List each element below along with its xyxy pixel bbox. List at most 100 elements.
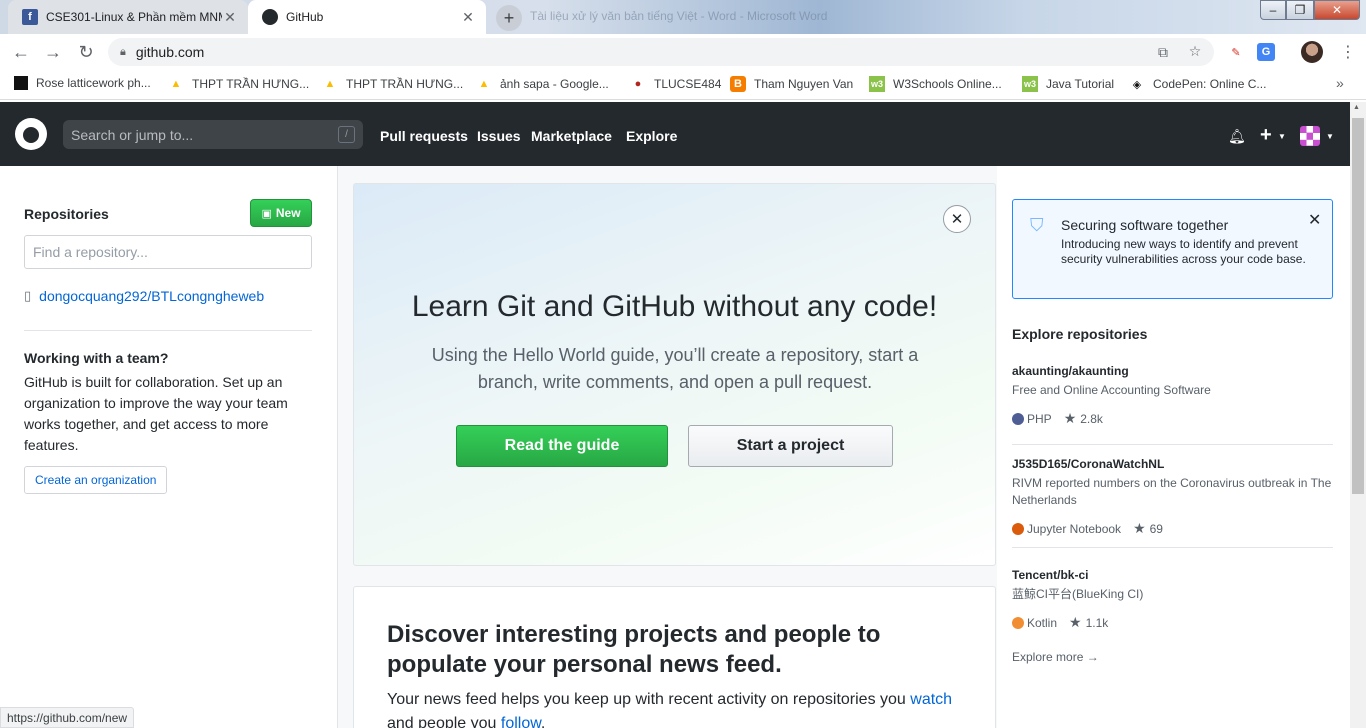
bookmark-item[interactable]: w3 Java Tutorial xyxy=(1022,76,1114,92)
translate-icon[interactable]: ⧉ xyxy=(1154,43,1172,61)
caret-down-icon[interactable]: ▼ xyxy=(1326,132,1334,141)
repo-language: Jupyter Notebook xyxy=(1027,521,1122,536)
bookmark-star-icon[interactable]: ☆ xyxy=(1186,42,1204,60)
profile-avatar[interactable] xyxy=(1301,41,1323,63)
explore-repo-desc: 蓝鲸CI平台(BlueKing CI) xyxy=(1012,587,1144,601)
scrollbar-thumb[interactable] xyxy=(1352,118,1364,494)
chevron-more-icon[interactable]: » xyxy=(1336,75,1344,91)
address-bar[interactable]: 🔒︎ github.com xyxy=(108,38,1214,66)
follow-link[interactable]: follow xyxy=(501,715,541,728)
bookmark-brand-icon xyxy=(14,76,28,90)
tab-title: CSE301-Linux & Phần mềm MNM xyxy=(46,10,222,24)
background-window-title: Tài liệu xử lý văn bản tiếng Việt - Word… xyxy=(530,9,828,23)
address-url: github.com xyxy=(135,44,205,60)
w3schools-icon: w3 xyxy=(869,76,885,92)
browser-tab-github[interactable]: GitHub ✕ xyxy=(248,0,486,34)
google-drive-icon: ▲ xyxy=(324,78,336,90)
extension-color-icon[interactable]: ✎ xyxy=(1227,43,1245,61)
bookmark-item[interactable]: B Tham Nguyen Van xyxy=(730,76,853,92)
repo-stars[interactable]: 1.1k xyxy=(1086,616,1109,630)
repo-stars[interactable]: 69 xyxy=(1150,522,1163,536)
user-avatar[interactable] xyxy=(1300,126,1320,146)
slash-shortcut-badge: / xyxy=(338,126,355,143)
window-minimize-button[interactable]: – xyxy=(1260,0,1286,20)
browser-tab-strip: f CSE301-Linux & Phần mềm MNM ✕ GitHub ✕… xyxy=(0,0,1366,34)
language-dot xyxy=(1012,412,1024,425)
find-repository-input[interactable] xyxy=(24,235,312,269)
google-translate-icon[interactable]: G xyxy=(1257,43,1275,61)
search-input[interactable] xyxy=(71,126,331,143)
browser-tab-cse301[interactable]: f CSE301-Linux & Phần mềm MNM ✕ xyxy=(8,0,248,34)
explore-repo-meta: Jupyter Notebook ★ 69 xyxy=(1012,520,1333,537)
reload-icon[interactable]: ↻ xyxy=(75,41,97,63)
back-arrow-icon[interactable]: ← xyxy=(10,41,32,63)
apple-icon: ● xyxy=(634,78,642,90)
notification-bell-icon[interactable]: 🔔︎ xyxy=(1228,128,1246,144)
github-header: / Pull requests Issues Marketplace Explo… xyxy=(0,102,1350,166)
close-icon[interactable]: ✕ xyxy=(222,9,238,26)
bookmarks-bar: Rose latticework ph... ▲ THPT TRẦN HƯNG..… xyxy=(0,70,1366,100)
explore-repositories-heading: Explore repositories xyxy=(1012,326,1148,342)
explore-repo-desc: Free and Online Accounting Software xyxy=(1012,383,1211,397)
github-logo-icon[interactable] xyxy=(15,118,47,150)
bookmark-item[interactable]: ▲ THPT TRẦN HƯNG... xyxy=(168,76,310,92)
bookmark-item[interactable]: ● TLUCSE484 xyxy=(630,76,722,92)
google-drive-icon: ▲ xyxy=(170,78,182,90)
scroll-up-arrow-icon[interactable]: ▲ xyxy=(1353,104,1360,111)
start-project-button[interactable]: Start a project xyxy=(688,425,893,467)
w3schools-icon: w3 xyxy=(1022,76,1038,92)
explore-repo-item: akaunting/akaunting Free and Online Acco… xyxy=(1012,364,1333,427)
shield-icon: ⛉ xyxy=(1030,215,1044,235)
security-title: Securing software together xyxy=(1061,217,1229,233)
google-drive-icon: ▲ xyxy=(478,78,490,90)
tab-title: GitHub xyxy=(286,10,324,24)
repository-link[interactable]: ▯ dongocquang292/BTLcongngheweb xyxy=(24,288,264,304)
bookmark-item[interactable]: ▲ ảnh sapa - Google... xyxy=(476,76,609,92)
hero-title: Learn Git and GitHub without any code! xyxy=(411,290,938,323)
star-icon[interactable]: ★ xyxy=(1133,520,1146,537)
chrome-menu-icon[interactable]: ⋮ xyxy=(1340,42,1356,62)
divider xyxy=(24,330,312,331)
repo-stars[interactable]: 2.8k xyxy=(1080,412,1103,426)
explore-repo-name[interactable]: Tencent/bk-ci xyxy=(1012,568,1333,582)
window-maximize-button[interactable]: ❐ xyxy=(1286,0,1314,20)
star-icon[interactable]: ★ xyxy=(1069,614,1082,631)
nav-explore[interactable]: Explore xyxy=(626,128,677,144)
read-guide-button[interactable]: Read the guide xyxy=(456,425,668,467)
nav-pull-requests[interactable]: Pull requests xyxy=(380,128,468,144)
repo-icon: ▯ xyxy=(24,288,32,303)
blogger-icon: B xyxy=(730,76,746,92)
nav-issues[interactable]: Issues xyxy=(477,128,521,144)
explore-repo-meta: Kotlin ★ 1.1k xyxy=(1012,614,1333,631)
watch-link[interactable]: watch xyxy=(910,691,952,708)
language-dot xyxy=(1012,522,1024,535)
window-close-button[interactable]: ✕ xyxy=(1314,0,1360,20)
search-box[interactable]: / xyxy=(63,120,363,149)
new-repository-button[interactable]: ▣ New xyxy=(250,199,312,227)
caret-down-icon[interactable]: ▼ xyxy=(1278,132,1286,141)
bookmark-item[interactable]: ◈ CodePen: Online C... xyxy=(1129,76,1267,92)
bookmark-item[interactable]: w3 W3Schools Online... xyxy=(869,76,1002,92)
discover-text: Your news feed helps you keep up with re… xyxy=(387,688,977,728)
close-icon[interactable]: ✕ xyxy=(943,205,971,233)
explore-repo-item: J535D165/CoronaWatchNL RIVM reported num… xyxy=(1012,457,1333,537)
language-dot xyxy=(1012,616,1024,629)
forward-arrow-icon[interactable]: → xyxy=(42,41,64,63)
create-organization-button[interactable]: Create an organization xyxy=(24,466,168,494)
repositories-heading: Repositories xyxy=(24,206,109,222)
explore-repo-item: Tencent/bk-ci 蓝鲸CI平台(BlueKing CI) Kotlin… xyxy=(1012,568,1333,631)
explore-repo-meta: PHP ★ 2.8k xyxy=(1012,410,1333,427)
star-icon[interactable]: ★ xyxy=(1064,410,1077,427)
bookmark-item[interactable]: ▲ THPT TRẦN HƯNG... xyxy=(322,76,464,92)
close-icon[interactable]: ✕ xyxy=(1308,210,1321,230)
bookmark-item[interactable]: Rose latticework ph... xyxy=(14,76,151,90)
new-tab-button[interactable]: + xyxy=(496,5,522,31)
plus-icon[interactable]: + xyxy=(1260,124,1272,147)
explore-repo-name[interactable]: akaunting/akaunting xyxy=(1012,364,1333,378)
browser-toolbar: ← → ↻ 🔒︎ github.com ⧉ ☆ ✎ G ⋮ xyxy=(0,34,1366,70)
close-icon[interactable]: ✕ xyxy=(460,9,476,26)
explore-repo-name[interactable]: J535D165/CoronaWatchNL xyxy=(1012,457,1333,471)
explore-more-link[interactable]: Explore more → xyxy=(1012,650,1099,664)
nav-marketplace[interactable]: Marketplace xyxy=(531,128,612,144)
codepen-icon: ◈ xyxy=(1132,78,1142,91)
